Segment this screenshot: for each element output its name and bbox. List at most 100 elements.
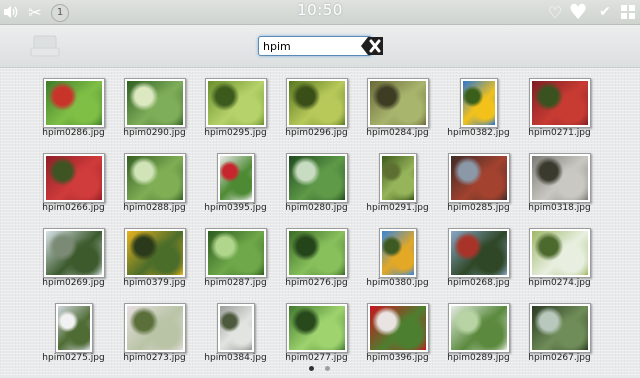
thumbnail-item[interactable]: hpim0384.jpg [195, 303, 276, 378]
thumbnail-image[interactable] [285, 153, 348, 203]
thumbnail-image[interactable] [54, 303, 93, 353]
thumbnail-caption: hpim0291.jpg [366, 203, 429, 213]
heart-outline-icon[interactable]: ♡ [546, 3, 564, 22]
photo [369, 306, 426, 350]
thumbnail-item[interactable]: hpim0296.jpg [276, 78, 357, 153]
search-box [258, 36, 385, 56]
thumbnail-caption: hpim0285.jpg [447, 203, 510, 213]
thumbnail-image[interactable] [447, 228, 510, 278]
thumbnail-image[interactable] [123, 228, 186, 278]
thumbnail-image[interactable] [528, 78, 591, 128]
photo [288, 231, 345, 275]
photo [288, 306, 345, 350]
photo [450, 306, 507, 350]
thumbnail-grid: hpim0286.jpg hpim0290.jpg hpim0295.jpg hpim… [33, 78, 600, 378]
photo [531, 156, 588, 200]
thumbnail-caption: hpim0276.jpg [285, 278, 348, 288]
photo [531, 231, 588, 275]
clock: 10:50 [297, 1, 343, 19]
thumbnail-image[interactable] [459, 78, 498, 128]
thumbnail-item[interactable]: hpim0284.jpg [357, 78, 438, 153]
thumbnail-image[interactable] [42, 78, 105, 128]
photo [126, 81, 183, 125]
page-indicator [309, 366, 333, 372]
thumbnail-image[interactable] [123, 153, 186, 203]
thumbnail-image[interactable] [123, 78, 186, 128]
thumbnail-image[interactable] [285, 303, 348, 353]
thumbnail-caption: hpim0284.jpg [366, 128, 429, 138]
photo [126, 231, 183, 275]
thumbnail-item[interactable]: hpim0289.jpg [438, 303, 519, 378]
thumbnail-image[interactable] [42, 153, 105, 203]
thumbnail-image[interactable] [216, 303, 255, 353]
thumbnail-image[interactable] [447, 303, 510, 353]
status-bar: ✂ 1 10:50 ♡ ♥ ✔ [0, 0, 640, 25]
thumbnail-item[interactable]: hpim0379.jpg [114, 228, 195, 303]
thumbnail-image[interactable] [204, 78, 267, 128]
thumbnail-image[interactable] [528, 153, 591, 203]
thumbnail-image[interactable] [528, 228, 591, 278]
thumbnail-image[interactable] [378, 228, 417, 278]
photo [288, 156, 345, 200]
photo [126, 306, 183, 350]
thumbnail-caption: hpim0380.jpg [366, 278, 429, 288]
thumbnail-image[interactable] [216, 153, 255, 203]
thumbnail-item[interactable]: hpim0318.jpg [519, 153, 600, 228]
thumbnail-image[interactable] [204, 228, 267, 278]
thumbnail-item[interactable]: hpim0291.jpg [357, 153, 438, 228]
grid-icon[interactable] [620, 3, 636, 21]
thumbnail-caption: hpim0296.jpg [285, 128, 348, 138]
thumbnail-item[interactable]: hpim0268.jpg [438, 228, 519, 303]
photo [369, 81, 426, 125]
thumbnail-item[interactable]: hpim0382.jpg [438, 78, 519, 153]
thumbnail-caption: hpim0288.jpg [123, 203, 186, 213]
thumbnail-image[interactable] [366, 303, 429, 353]
photo [57, 306, 90, 350]
page-dot[interactable] [325, 366, 330, 371]
thumbnail-item[interactable]: hpim0280.jpg [276, 153, 357, 228]
thumbnail-item[interactable]: hpim0290.jpg [114, 78, 195, 153]
thumbnail-item[interactable]: hpim0396.jpg [357, 303, 438, 378]
search-input[interactable] [258, 36, 372, 56]
thumbnail-item[interactable]: hpim0286.jpg [33, 78, 114, 153]
thumbnail-image[interactable] [123, 303, 186, 353]
heart-icon[interactable]: ♥ [567, 0, 589, 24]
thumbnail-item[interactable]: hpim0269.jpg [33, 228, 114, 303]
thumbnail-item[interactable]: hpim0395.jpg [195, 153, 276, 228]
clear-search-icon[interactable] [361, 36, 385, 56]
thumbnail-item[interactable]: hpim0267.jpg [519, 303, 600, 378]
thumbnail-image[interactable] [378, 153, 417, 203]
thumbnail-item[interactable]: hpim0295.jpg [195, 78, 276, 153]
thumbnail-image[interactable] [447, 153, 510, 203]
check-icon[interactable]: ✔ [596, 3, 614, 21]
thumbnail-caption: hpim0273.jpg [123, 353, 186, 363]
thumbnail-item[interactable]: hpim0287.jpg [195, 228, 276, 303]
photo [45, 81, 102, 125]
thumbnail-image[interactable] [285, 228, 348, 278]
photo [207, 231, 264, 275]
photo [126, 156, 183, 200]
thumbnail-image[interactable] [42, 228, 105, 278]
thumbnail-item[interactable]: hpim0380.jpg [357, 228, 438, 303]
thumbnail-image[interactable] [366, 78, 429, 128]
thumbnail-item[interactable]: hpim0274.jpg [519, 228, 600, 303]
thumbnail-caption: hpim0382.jpg [447, 128, 510, 138]
thumbnail-caption: hpim0287.jpg [204, 278, 267, 288]
thumbnail-caption: hpim0379.jpg [123, 278, 186, 288]
tray-icon[interactable] [30, 34, 60, 58]
thumbnail-image[interactable] [528, 303, 591, 353]
thumbnail-item[interactable]: hpim0285.jpg [438, 153, 519, 228]
gallery-area: hpim0286.jpg hpim0290.jpg hpim0295.jpg hpim… [0, 68, 640, 375]
thumbnail-item[interactable]: hpim0276.jpg [276, 228, 357, 303]
photo [288, 81, 345, 125]
thumbnail-caption: hpim0396.jpg [366, 353, 429, 363]
thumbnail-item[interactable]: hpim0266.jpg [33, 153, 114, 228]
thumbnail-caption: hpim0289.jpg [447, 353, 510, 363]
thumbnail-item[interactable]: hpim0273.jpg [114, 303, 195, 378]
page-dot-active[interactable] [309, 366, 314, 371]
thumbnail-item[interactable]: hpim0288.jpg [114, 153, 195, 228]
thumbnail-item[interactable]: hpim0275.jpg [33, 303, 114, 378]
thumbnail-caption: hpim0266.jpg [42, 203, 105, 213]
thumbnail-item[interactable]: hpim0271.jpg [519, 78, 600, 153]
thumbnail-image[interactable] [285, 78, 348, 128]
